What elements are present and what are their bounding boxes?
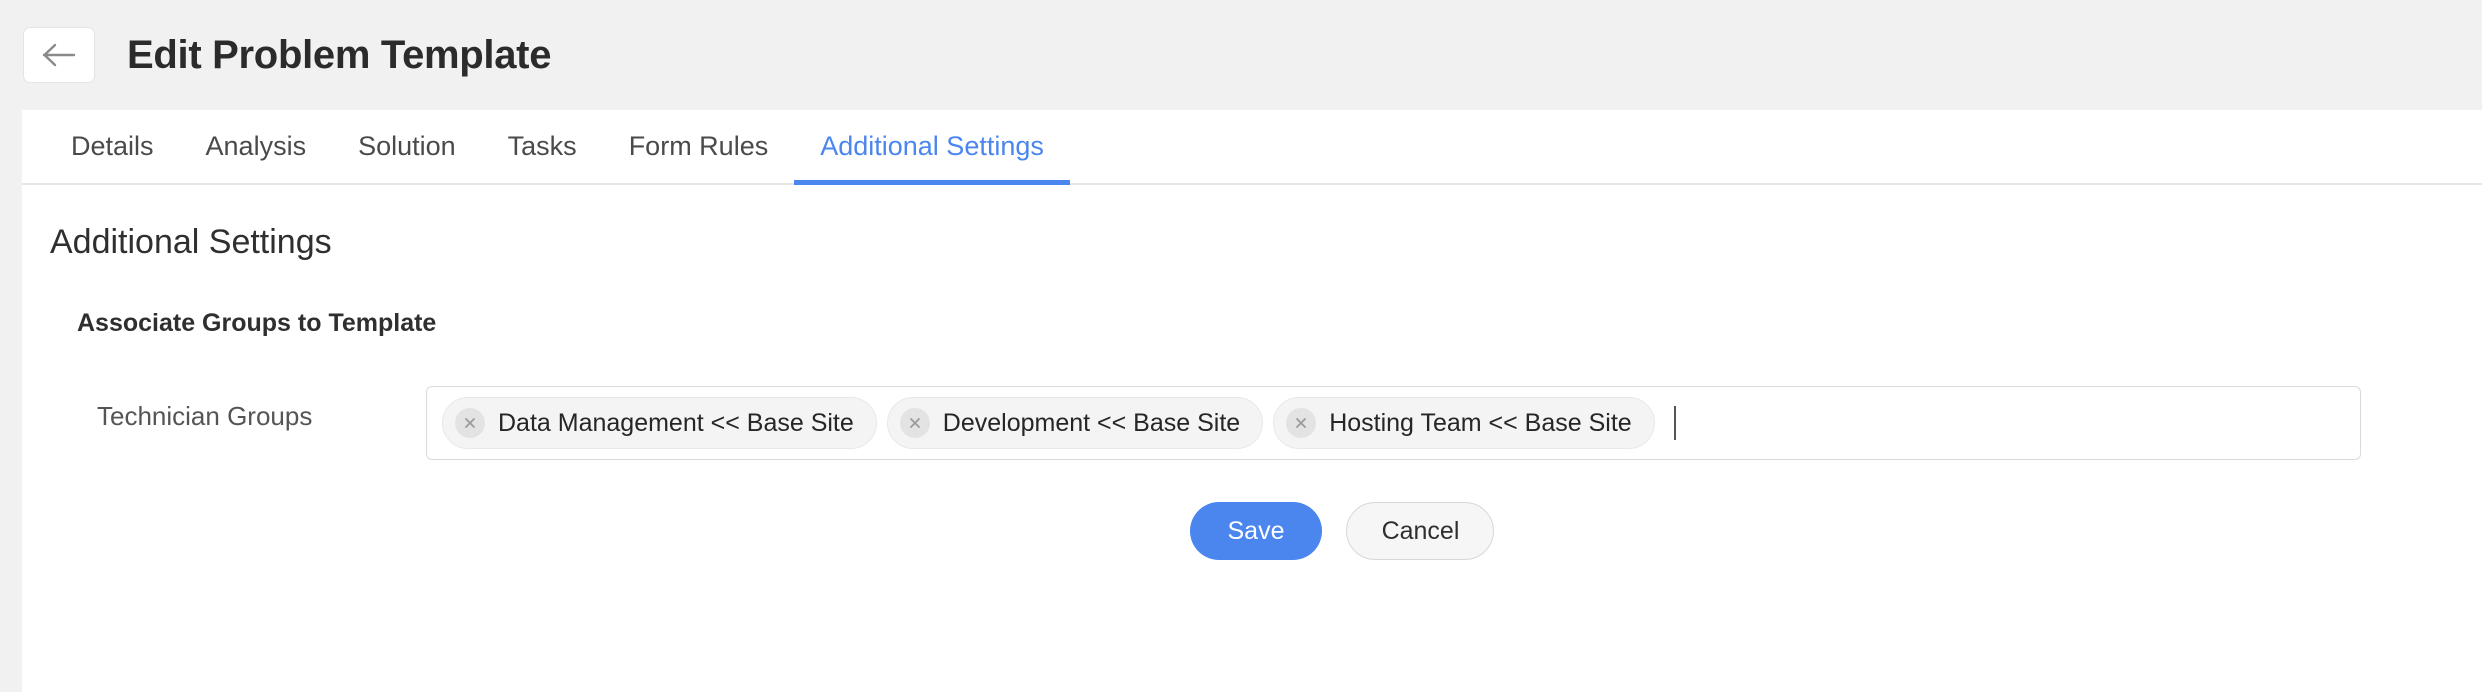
chip-label: Hosting Team << Base Site: [1329, 408, 1632, 437]
chip-hosting-team[interactable]: Hosting Team << Base Site: [1273, 397, 1655, 449]
chip-development[interactable]: Development << Base Site: [886, 397, 1264, 449]
save-button[interactable]: Save: [1189, 502, 1323, 560]
tab-details[interactable]: Details: [45, 110, 180, 183]
cancel-button[interactable]: Cancel: [1346, 502, 1495, 560]
close-circle-icon[interactable]: [455, 408, 485, 438]
close-circle-icon[interactable]: [1286, 408, 1317, 438]
subsection-title: Associate Groups to Template: [77, 309, 437, 337]
chip-data-management[interactable]: Data Management << Base Site: [442, 397, 877, 449]
form-actions: Save Cancel: [202, 502, 2482, 560]
section-title: Additional Settings: [50, 223, 332, 261]
tab-bar: Details Analysis Solution Tasks Form Rul…: [22, 110, 2482, 185]
technician-groups-label: Technician Groups: [97, 401, 313, 431]
page-title: Edit Problem Template: [127, 33, 552, 77]
tab-analysis[interactable]: Analysis: [180, 110, 333, 183]
tab-form-rules[interactable]: Form Rules: [603, 110, 795, 183]
text-cursor: [1673, 406, 1676, 440]
tab-tasks[interactable]: Tasks: [482, 110, 603, 183]
chip-label: Data Management << Base Site: [498, 408, 854, 437]
tab-additional-settings[interactable]: Additional Settings: [794, 110, 1070, 185]
tab-solution[interactable]: Solution: [332, 110, 482, 183]
content-panel: Details Analysis Solution Tasks Form Rul…: [22, 110, 2482, 692]
back-button[interactable]: [23, 27, 95, 83]
top-header-bar: Edit Problem Template: [0, 0, 2482, 110]
close-circle-icon[interactable]: [899, 408, 930, 438]
arrow-left-icon: [42, 42, 76, 68]
panel-body: Additional Settings Associate Groups to …: [22, 185, 2482, 560]
technician-groups-input[interactable]: Data Management << Base Site Development…: [426, 386, 2361, 460]
chip-label: Development << Base Site: [942, 408, 1241, 437]
technician-groups-row: Technician Groups Data Management << Bas…: [22, 386, 2482, 460]
